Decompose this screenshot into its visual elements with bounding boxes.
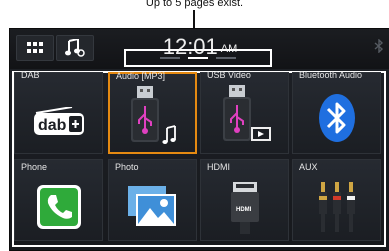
source-tile-phone[interactable]: Phone — [14, 159, 103, 241]
page-dot-1[interactable] — [160, 57, 180, 59]
svg-text:HDMI: HDMI — [236, 207, 252, 213]
tile-label: Photo — [115, 162, 139, 172]
callout-line — [193, 10, 195, 30]
callout-caption: Up to 5 pages exist. — [145, 0, 244, 9]
head-unit-screen: 12:01 AM DAB dab Audio [MP3] USB Video B… — [9, 28, 389, 251]
source-tile-bluetooth-audio[interactable]: Bluetooth Audio — [292, 70, 381, 154]
tile-label: Audio [MP3] — [116, 71, 166, 81]
source-tile-dab[interactable]: DAB dab — [14, 70, 103, 154]
usb-video-icon — [201, 83, 288, 145]
tile-label: HDMI — [207, 162, 230, 172]
hdmi-icon: HDMI — [201, 180, 288, 236]
usb-audio-icon — [110, 84, 195, 146]
bluetooth-icon — [374, 39, 384, 53]
tile-label: DAB — [21, 70, 40, 80]
page-indicator[interactable] — [124, 49, 272, 67]
source-tile-aux[interactable]: AUX — [292, 159, 381, 241]
phone-icon — [15, 184, 102, 230]
top-bar: 12:01 AM — [10, 29, 389, 69]
source-tile-hdmi[interactable]: HDMI HDMI — [200, 159, 289, 241]
page-dot-3[interactable] — [216, 57, 236, 59]
page-dot-2-active[interactable] — [188, 57, 208, 59]
aux-cable-icon — [293, 180, 380, 236]
source-tile-photo[interactable]: Photo — [108, 159, 197, 241]
source-tile-usb-video[interactable]: USB Video — [200, 70, 289, 154]
tile-label: Phone — [21, 162, 48, 172]
tile-label: Bluetooth Audio — [299, 70, 363, 80]
svg-text:dab: dab — [38, 117, 67, 134]
dab-radio-icon: dab — [15, 107, 102, 137]
bluetooth-audio-icon — [293, 93, 380, 143]
tile-label: USB Video — [207, 70, 251, 80]
photo-icon — [109, 184, 196, 230]
tile-label: AUX — [299, 162, 318, 172]
source-tile-audio-mp3[interactable]: Audio [MP3] — [108, 71, 197, 154]
